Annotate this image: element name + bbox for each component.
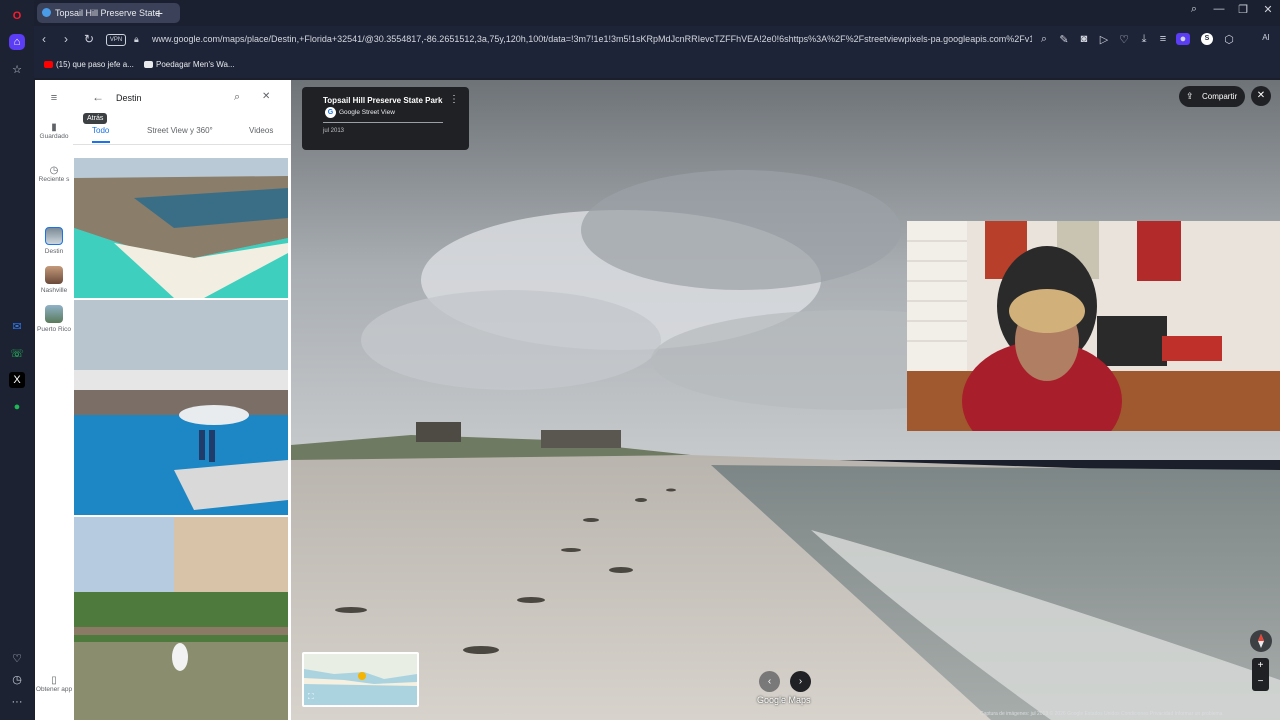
x-twitter-icon[interactable]: X <box>9 372 25 388</box>
reload-icon[interactable]: ↻ <box>84 32 94 46</box>
more-icon[interactable]: ··· <box>9 694 25 710</box>
recent-place-destin[interactable]: Destin <box>35 227 73 255</box>
send-icon[interactable]: ▷ <box>1097 33 1111 46</box>
place-thumbnail <box>45 266 63 284</box>
search-tabs-icon[interactable]: ⌕ <box>1184 3 1204 16</box>
active-tab-indicator <box>92 141 110 143</box>
zoom-control: + − <box>1252 658 1269 691</box>
recent-place-puerto-rico[interactable]: Puerto Rico <box>35 305 73 333</box>
minimize-icon[interactable]: — <box>1209 3 1229 15</box>
lock-icon[interactable]: 🔒︎ <box>134 34 139 45</box>
restore-icon[interactable]: ❐ <box>1233 3 1253 16</box>
more-options-icon[interactable]: ⋮ <box>449 94 459 105</box>
menu-list-icon[interactable]: ≡ <box>1156 33 1170 45</box>
page-icon <box>144 61 153 69</box>
source-label: Google Street View <box>339 109 395 116</box>
close-street-view-button[interactable]: ✕ <box>1251 86 1271 106</box>
tab-videos[interactable]: Videos <box>249 126 273 135</box>
profile-icon[interactable]: ● <box>1176 33 1190 45</box>
extensions-cube-icon[interactable]: ⬡ <box>1222 33 1236 46</box>
ai-button[interactable]: AI <box>1252 33 1280 42</box>
next-image-button[interactable]: › <box>790 671 811 692</box>
recent-place-nashville[interactable]: Nashville <box>35 266 73 294</box>
compass-icon[interactable] <box>1250 630 1272 652</box>
place-thumbnail <box>45 227 63 245</box>
bookmark-item[interactable]: (15) que paso jefe a... <box>44 60 134 69</box>
address-bar: ‹ › ↻ VPN 🔒︎ www.google.com/maps/place/D… <box>34 26 1280 54</box>
bookmark-heart-icon[interactable]: ♡ <box>1117 33 1131 46</box>
google-maps-brand: Google Maps <box>757 695 811 705</box>
whatsapp-icon[interactable]: ☏ <box>9 346 25 362</box>
search-icon[interactable]: ⌕ <box>234 91 240 104</box>
saved-button[interactable]: ▮ Guardado <box>35 122 73 140</box>
previous-image-button[interactable]: ‹ <box>759 671 780 692</box>
bookmark-icon: ▮ <box>51 122 57 133</box>
recent-button[interactable]: ◷ Reciente s <box>35 165 73 183</box>
history-icon[interactable]: ◷ <box>9 672 25 688</box>
back-arrow-icon[interactable]: ← <box>92 90 104 104</box>
back-icon[interactable]: ‹ <box>42 32 46 46</box>
extension-s-icon[interactable]: S <box>1201 33 1213 45</box>
camera-icon[interactable]: ◙ <box>1077 33 1091 45</box>
tab-title: Topsail Hill Preserve State <box>55 8 161 18</box>
home-icon[interactable]: ⌂ <box>9 34 25 50</box>
expand-map-icon[interactable]: ⛶ <box>308 692 314 702</box>
forward-icon[interactable]: › <box>64 32 68 46</box>
share-button[interactable]: ⇪ Compartir <box>1179 86 1245 107</box>
timeline-bar[interactable] <box>323 122 443 123</box>
history-icon: ◷ <box>49 165 59 176</box>
tab-street-view[interactable]: Street View y 360° <box>147 126 213 135</box>
spotify-icon[interactable]: ● <box>9 399 25 415</box>
photo-dolphin-show[interactable] <box>74 300 288 515</box>
opera-logo-icon[interactable]: O <box>9 8 25 24</box>
tab-bar: Topsail Hill Preserve State + ⌕ — ❐ ✕ <box>34 0 1280 26</box>
webcam-overlay <box>907 221 1280 431</box>
google-g-icon: G <box>325 107 336 118</box>
new-tab-icon[interactable]: + <box>150 4 168 22</box>
messenger-icon[interactable]: ✉ <box>9 319 25 335</box>
edit-icon[interactable]: ✎ <box>1057 33 1071 46</box>
back-tooltip: Atrás <box>83 113 108 124</box>
bookmarks-bar: (15) que paso jefe a... Poedagar Men's W… <box>34 54 1280 78</box>
speed-dial-icon[interactable]: ☆ <box>9 62 25 78</box>
photo-aerial-beach[interactable] <box>74 158 288 298</box>
divider <box>73 144 291 145</box>
get-app-button[interactable]: ▯ Obtener app <box>35 675 73 693</box>
tab-all[interactable]: Todo <box>92 126 109 135</box>
photos-panel: ← Destin ⌕ ✕ Atrás Todo Street View y 36… <box>73 80 291 720</box>
url-field[interactable]: www.google.com/maps/place/Destin,+Florid… <box>152 34 1032 44</box>
place-title[interactable]: Topsail Hill Preserve State Park <box>323 96 442 105</box>
close-icon[interactable]: ✕ <box>262 91 270 102</box>
zoom-out-icon[interactable]: − <box>1252 674 1269 690</box>
menu-icon[interactable]: ≡ <box>35 92 73 104</box>
zoom-in-icon[interactable]: + <box>1252 658 1269 674</box>
bookmark-item[interactable]: Poedagar Men's Wa... <box>144 60 235 69</box>
close-window-icon[interactable]: ✕ <box>1258 3 1278 16</box>
place-thumbnail <box>45 305 63 323</box>
vpn-badge[interactable]: VPN <box>106 34 126 46</box>
search-input[interactable]: Destin <box>116 93 142 103</box>
photo-pelican[interactable] <box>74 517 288 720</box>
minimap[interactable]: ⛶ <box>302 652 419 707</box>
youtube-icon <box>44 61 53 69</box>
maps-nav-rail: ≡ ▮ Guardado ◷ Reciente s Destin Nashvil… <box>35 80 73 720</box>
heart-icon[interactable]: ♡ <box>9 651 25 667</box>
phone-icon: ▯ <box>51 675 57 686</box>
maps-favicon-icon <box>42 8 51 17</box>
download-icon[interactable]: ⤓ <box>1137 33 1151 46</box>
capture-date[interactable]: jul 2013 <box>323 128 344 134</box>
zoom-icon[interactable]: ⌕ <box>1037 33 1051 46</box>
opera-sidebar: O ⌂ ☆ ✉ ☏ X ● ♡ ◷ ··· <box>0 0 34 720</box>
share-icon: ⇪ <box>1186 91 1194 101</box>
street-view-info-card: Topsail Hill Preserve State Park G Googl… <box>302 87 469 150</box>
map-footer: Captura de imágenes: jul 2013 © 2026 Goo… <box>980 711 1223 717</box>
